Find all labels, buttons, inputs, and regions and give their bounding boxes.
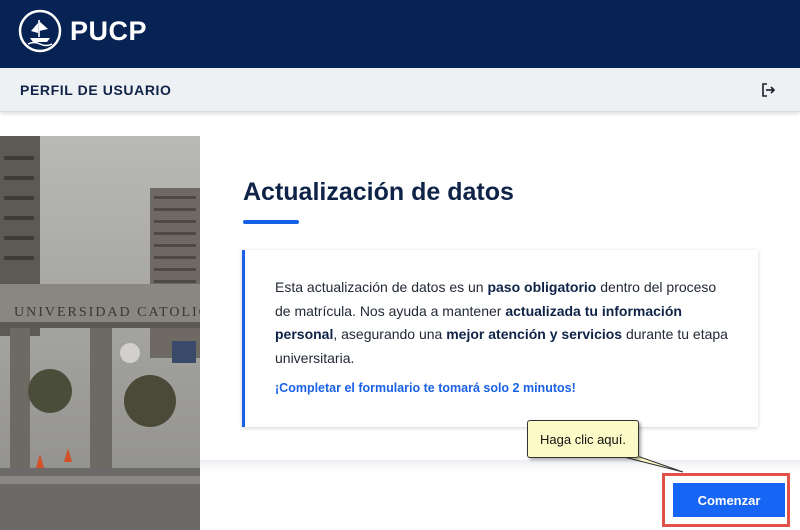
info-text-emphasis: paso obligatorio <box>487 279 597 295</box>
top-brand-bar: PUCP <box>0 0 800 68</box>
title-underline <box>243 220 299 224</box>
info-note: ¡Completar el formulario te tomará solo … <box>275 381 576 395</box>
campus-photo-illustration: UNIVERSIDAD CATOLICA DEL <box>0 136 200 530</box>
info-text-segment: , asegurando una <box>333 326 447 342</box>
gate-sign-text: UNIVERSIDAD CATOLICA DEL <box>14 305 200 320</box>
pucp-logo[interactable]: PUCP <box>18 9 147 53</box>
logo-text: PUCP <box>70 15 148 46</box>
footer-divider <box>200 460 800 472</box>
page-title: Actualización de datos <box>243 178 514 206</box>
campus-photo: UNIVERSIDAD CATOLICA DEL <box>0 136 200 530</box>
pucp-seal-icon <box>18 9 62 53</box>
profile-title: PERFIL DE USUARIO <box>20 82 172 98</box>
info-text-emphasis: mejor atención y servicios <box>446 326 623 342</box>
logout-icon[interactable] <box>760 82 776 98</box>
info-text: Esta actualización de datos es un paso o… <box>275 276 735 370</box>
profile-bar: PERFIL DE USUARIO <box>0 68 800 112</box>
info-text-segment: Esta actualización de datos es un <box>275 279 488 295</box>
tooltip-callout: Haga clic aquí. <box>527 420 639 458</box>
start-button[interactable]: Comenzar <box>673 483 785 517</box>
